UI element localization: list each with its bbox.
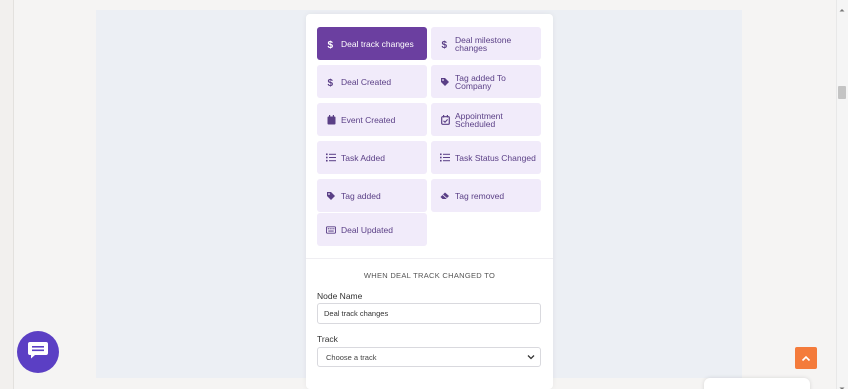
scroll-up-arrow-icon[interactable] [838, 1, 846, 12]
track-select-value: Choose a track [326, 352, 377, 362]
trigger-event-created[interactable]: Event Created [317, 103, 427, 136]
track-select[interactable]: Choose a track [317, 347, 541, 367]
chat-widget-button[interactable] [17, 331, 59, 373]
scroll-to-top-button[interactable] [795, 347, 817, 369]
trigger-deal-track-changes[interactable]: $ Deal track changes [317, 27, 427, 60]
eraser-icon [440, 191, 450, 201]
dollar-icon: $ [326, 39, 336, 49]
trigger-label: Deal track changes [341, 38, 414, 49]
page-scrollbar[interactable] [836, 0, 848, 389]
trigger-appointment-scheduled[interactable]: Appointment Scheduled [431, 103, 541, 136]
node-name-input[interactable] [317, 303, 541, 324]
scroll-down-arrow-icon[interactable] [838, 380, 846, 389]
trigger-tag-added[interactable]: Tag added [317, 179, 427, 212]
section-title: WHEN DEAL TRACK CHANGED TO [363, 271, 496, 280]
calendar-check-icon [440, 114, 450, 125]
trigger-label: Task Added [341, 152, 385, 163]
dollar-icon: $ [326, 77, 336, 87]
trigger-task-added[interactable]: Task Added [317, 141, 427, 174]
page-left-edge [0, 0, 14, 389]
trigger-deal-created[interactable]: $ Deal Created [317, 65, 427, 98]
dollar-icon: $ [440, 39, 450, 49]
trigger-task-status-changed[interactable]: Task Status Changed [431, 141, 541, 174]
trigger-deal-milestone-changes[interactable]: $ Deal milestone changes [431, 27, 541, 60]
trigger-label: Tag added [341, 190, 381, 201]
trigger-label: Appointment Scheduled [455, 110, 503, 129]
node-name-label: Node Name [317, 291, 363, 301]
trigger-label: Deal Created [341, 76, 392, 87]
calendar-icon [326, 114, 336, 125]
tag-icon [440, 77, 450, 87]
keyboard-icon [326, 225, 336, 235]
chat-bubble-icon [27, 340, 49, 365]
tag-icon [326, 191, 336, 201]
section-divider [306, 258, 553, 259]
chevron-up-icon [801, 349, 811, 367]
svg-text:$: $ [328, 40, 334, 49]
track-label: Track [317, 334, 338, 344]
list-icon [440, 153, 450, 163]
svg-text:$: $ [442, 40, 448, 49]
trigger-label: Event Created [341, 114, 396, 125]
chevron-down-icon [527, 353, 535, 362]
trigger-label: Deal milestone changes [455, 34, 512, 53]
trigger-tag-added-to-company[interactable]: Tag added To Company [431, 65, 541, 98]
trigger-deal-updated[interactable]: Deal Updated [317, 213, 427, 246]
list-icon [326, 153, 336, 163]
trigger-label: Deal Updated [341, 224, 393, 235]
svg-text:$: $ [328, 78, 334, 87]
trigger-label: Tag added To Company [455, 72, 506, 91]
trigger-tag-removed[interactable]: Tag removed [431, 179, 541, 212]
trigger-label: Tag removed [455, 190, 505, 201]
trigger-label: Task Status Changed [455, 152, 536, 163]
popup-card-edge [704, 378, 810, 389]
scrollbar-thumb[interactable] [838, 86, 846, 99]
